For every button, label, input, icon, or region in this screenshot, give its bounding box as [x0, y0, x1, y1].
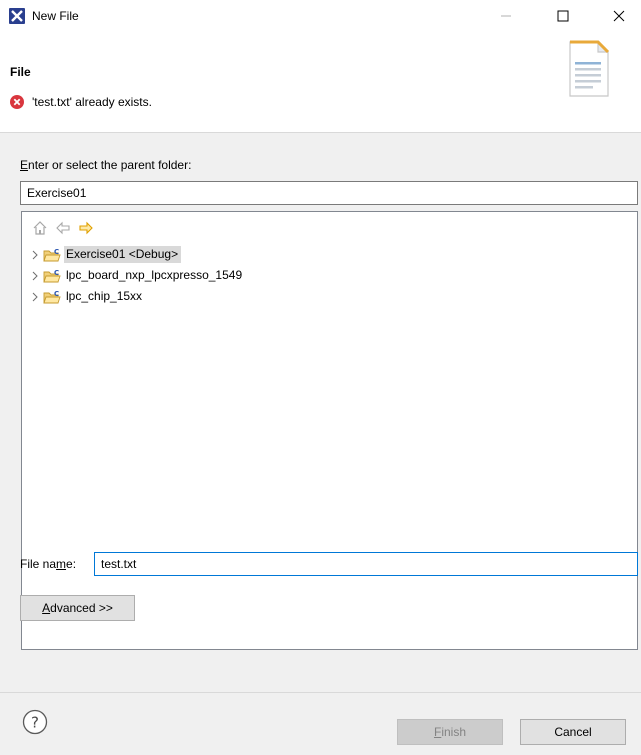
file-name-mnemonic: m [56, 557, 67, 571]
button-bar-separator [0, 692, 641, 693]
svg-text:?: ? [31, 714, 39, 732]
forward-arrow-icon[interactable] [78, 220, 94, 236]
parent-folder-label-text: nter or select the parent folder: [28, 158, 192, 172]
document-icon [569, 40, 610, 97]
cancel-button-label: Cancel [554, 725, 592, 739]
finish-button[interactable]: Finish [397, 719, 503, 745]
error-icon [10, 95, 24, 109]
parent-folder-mnemonic: E [20, 158, 29, 172]
file-name-input[interactable] [94, 552, 638, 576]
tree-item[interactable]: C lpc_chip_15xx [22, 286, 145, 307]
tree-item[interactable]: C Exercise01 <Debug> [22, 244, 182, 265]
c-project-folder-icon: C [43, 290, 61, 303]
cancel-button[interactable]: Cancel [520, 719, 626, 745]
chevron-right-icon[interactable] [30, 271, 40, 281]
folder-tree[interactable]: C Exercise01 <Debug> C lpc_board_nxp_lpc… [21, 211, 638, 650]
new-file-dialog: New File File 'test.txt' already exists. [0, 0, 641, 755]
eclipse-app-icon [9, 8, 25, 24]
help-icon[interactable]: ? [22, 709, 48, 735]
chevron-right-icon[interactable] [30, 292, 40, 302]
file-name-label: File name: [20, 557, 76, 571]
header-banner: File 'test.txt' already exists. [0, 32, 641, 133]
maximize-button[interactable] [540, 0, 586, 32]
close-button[interactable] [596, 0, 641, 32]
svg-text:C: C [54, 269, 59, 277]
back-arrow-icon[interactable] [55, 220, 71, 236]
page-title: File [10, 65, 31, 79]
parent-folder-input[interactable] [20, 181, 638, 205]
file-name-label-suffix: e: [66, 557, 77, 571]
file-name-label-prefix: File na [20, 557, 57, 571]
minimize-button[interactable] [483, 0, 529, 32]
chevron-right-icon[interactable] [30, 250, 40, 260]
finish-mnemonic: F [433, 725, 442, 739]
minimize-icon [501, 15, 511, 17]
finish-button-label: Finish [433, 725, 467, 739]
home-icon[interactable] [32, 220, 48, 236]
tree-item[interactable]: C lpc_board_nxp_lpcxpresso_1549 [22, 265, 245, 286]
tree-toolbar [32, 220, 94, 236]
advanced-button[interactable]: Advanced >> [20, 595, 135, 621]
advanced-mnemonic: A [42, 601, 51, 615]
error-message: 'test.txt' already exists. [32, 95, 152, 109]
parent-folder-label: Enter or select the parent folder: [20, 158, 191, 172]
svg-text:C: C [54, 248, 59, 256]
title-bar: New File [0, 0, 641, 32]
advanced-button-label: Advanced >> [42, 601, 113, 615]
close-icon [613, 10, 625, 22]
tree-item-label: lpc_board_nxp_lpcxpresso_1549 [66, 268, 243, 282]
c-project-folder-icon: C [43, 269, 61, 282]
c-project-folder-icon: C [43, 248, 61, 261]
maximize-icon [557, 10, 569, 22]
svg-text:C: C [54, 290, 59, 298]
tree-item-label: Exercise01 <Debug> [64, 246, 182, 263]
window-title: New File [32, 9, 79, 23]
tree-item-label: lpc_chip_15xx [66, 289, 143, 303]
